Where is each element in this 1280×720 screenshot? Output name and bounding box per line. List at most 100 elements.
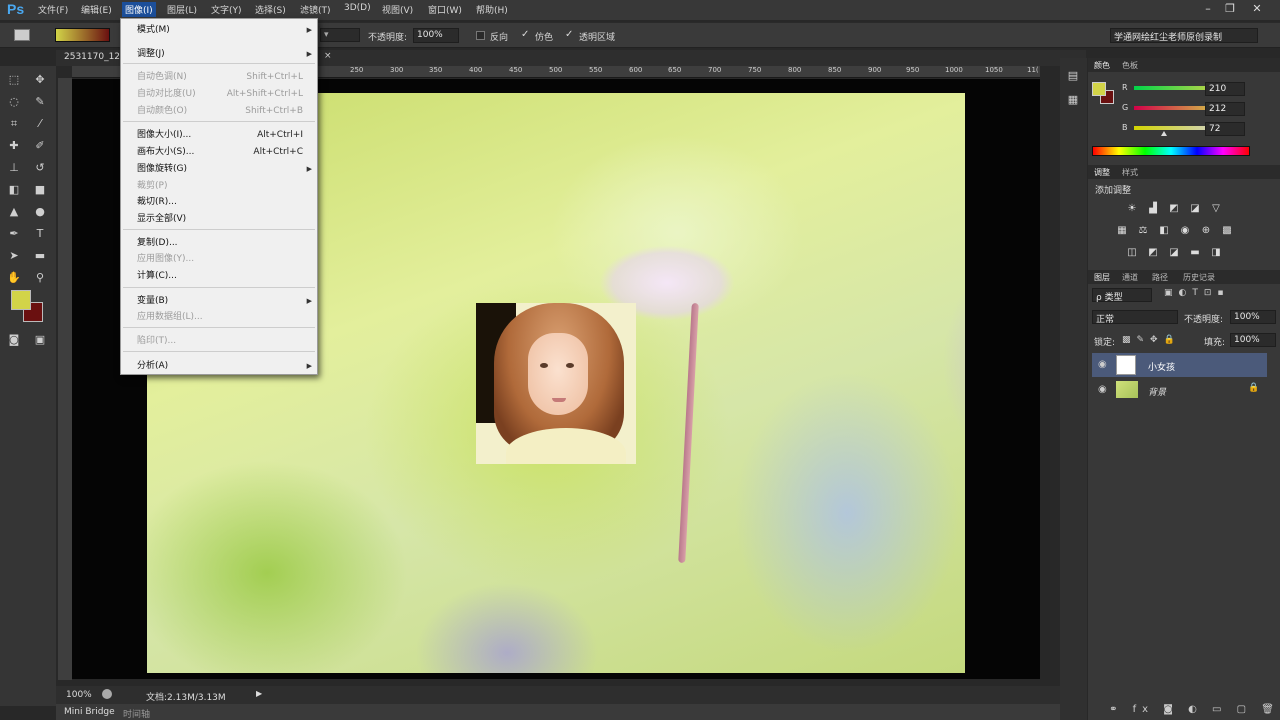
visibility-eye-icon[interactable]: ◉ bbox=[1098, 359, 1107, 370]
stamp-tool-icon[interactable]: ⊥ bbox=[6, 160, 22, 176]
g-value-input[interactable]: 212 bbox=[1205, 102, 1245, 116]
foreground-color-swatch[interactable] bbox=[11, 290, 31, 310]
color-balance-icon[interactable]: ⚖ bbox=[1136, 224, 1150, 238]
layer-row-background[interactable]: ◉ 背景 🔒 bbox=[1092, 378, 1267, 402]
hand-tool-icon[interactable]: ✋ bbox=[6, 270, 22, 286]
selective-color-icon[interactable]: ◨ bbox=[1209, 246, 1223, 260]
tab-channels[interactable]: 通道 bbox=[1122, 272, 1138, 283]
image-menu-item[interactable]: 图像旋转(G) ▶ bbox=[121, 161, 317, 177]
quick-mask-icon[interactable]: ◙ bbox=[6, 332, 22, 348]
history-panel-icon[interactable]: ▤ bbox=[1065, 68, 1081, 84]
lock-icons[interactable]: ▩✎✥🔒 bbox=[1122, 335, 1181, 345]
menu-help[interactable]: 帮助(H) bbox=[476, 3, 508, 16]
gradient-tool-icon[interactable] bbox=[14, 29, 30, 41]
move-tool-icon[interactable]: ✥ bbox=[32, 72, 48, 88]
tab-color[interactable]: 颜色 bbox=[1094, 60, 1110, 71]
lasso-tool-icon[interactable]: ◌ bbox=[6, 94, 22, 110]
b-value-input[interactable]: 72 bbox=[1205, 122, 1245, 136]
zoom-level[interactable]: 100% bbox=[66, 690, 92, 700]
type-tool-icon[interactable]: T bbox=[32, 226, 48, 242]
color-spectrum[interactable] bbox=[1092, 146, 1250, 156]
mode-dropdown[interactable]: ▾ bbox=[320, 28, 360, 42]
image-menu-item[interactable]: 调整(J) ▶ bbox=[121, 46, 317, 62]
restore-button[interactable]: ❐ bbox=[1222, 2, 1238, 16]
status-icon[interactable] bbox=[102, 689, 112, 699]
tab-mini-bridge[interactable]: Mini Bridge bbox=[64, 707, 115, 717]
tab-paths[interactable]: 路径 bbox=[1152, 272, 1168, 283]
menu-file[interactable]: 文件(F) bbox=[38, 3, 68, 16]
slider-marker-icon[interactable] bbox=[1161, 131, 1168, 136]
image-menu-item[interactable]: 分析(A) ▶ bbox=[121, 358, 317, 374]
r-value-input[interactable]: 210 bbox=[1205, 82, 1245, 96]
girl-layer-image[interactable] bbox=[476, 303, 636, 464]
properties-panel-icon[interactable]: ▦ bbox=[1065, 92, 1081, 108]
status-arrow-icon[interactable]: ▶ bbox=[256, 689, 262, 698]
layer-row-girl[interactable]: ◉ 小女孩 bbox=[1092, 353, 1267, 377]
close-button[interactable]: ✕ bbox=[1249, 2, 1265, 16]
healing-brush-icon[interactable]: ✚ bbox=[6, 138, 22, 154]
image-menu-item[interactable]: 模式(M) ▶ bbox=[121, 22, 317, 38]
image-menu-item[interactable]: 画布大小(S)... Alt+Ctrl+C bbox=[121, 144, 317, 160]
path-select-icon[interactable]: ➤ bbox=[6, 248, 22, 264]
screen-mode-icon[interactable]: ▣ bbox=[32, 332, 48, 348]
menu-type[interactable]: 文字(Y) bbox=[211, 3, 242, 16]
channel-mixer-icon[interactable]: ⊕ bbox=[1199, 224, 1213, 238]
marquee-tool-icon[interactable]: ⬚ bbox=[6, 72, 22, 88]
dither-check-icon[interactable]: ✓ bbox=[521, 29, 529, 40]
gradient-map-icon[interactable]: ▬ bbox=[1188, 246, 1202, 260]
layer-bottom-icons[interactable]: ⚭ fx ◙ ◐ ▭ ▢ 🗑 bbox=[1088, 704, 1280, 720]
workspace-dropdown[interactable]: 学通网绘红尘老师原创录制 bbox=[1110, 28, 1258, 43]
menu-layer[interactable]: 图层(L) bbox=[167, 3, 197, 16]
photo-filter-icon[interactable]: ◉ bbox=[1178, 224, 1192, 238]
quick-select-icon[interactable]: ✎ bbox=[32, 94, 48, 110]
image-menu-item[interactable]: 裁切(R)... bbox=[121, 194, 317, 210]
layer-filter-dropdown[interactable]: ρ 类型 bbox=[1092, 288, 1152, 303]
color-lookup-icon[interactable]: ▩ bbox=[1220, 224, 1234, 238]
menu-filter[interactable]: 滤镜(T) bbox=[300, 3, 331, 16]
opacity-input[interactable]: 100% bbox=[413, 28, 459, 43]
threshold-icon[interactable]: ◪ bbox=[1167, 246, 1181, 260]
fill-input[interactable]: 100% bbox=[1230, 333, 1276, 347]
vibrance-icon[interactable]: ▽ bbox=[1209, 202, 1223, 216]
minimize-button[interactable]: – bbox=[1200, 2, 1216, 16]
transparency-check-icon[interactable]: ✓ bbox=[565, 29, 573, 40]
history-brush-icon[interactable]: ↺ bbox=[32, 160, 48, 176]
menu-window[interactable]: 窗口(W) bbox=[428, 3, 462, 16]
eraser-tool-icon[interactable]: ◧ bbox=[6, 182, 22, 198]
reverse-checkbox[interactable] bbox=[476, 31, 485, 40]
brightness-icon[interactable]: ☀ bbox=[1125, 202, 1139, 216]
gradient-tool-icon[interactable]: ■ bbox=[32, 182, 48, 198]
levels-icon[interactable]: ▟ bbox=[1146, 202, 1160, 216]
document-tab[interactable]: 2531170_12 bbox=[64, 52, 120, 62]
layer-opacity-input[interactable]: 100% bbox=[1230, 310, 1276, 324]
brush-tool-icon[interactable]: ✐ bbox=[32, 138, 48, 154]
crop-tool-icon[interactable]: ⌗ bbox=[6, 116, 22, 132]
curves-icon[interactable]: ◩ bbox=[1167, 202, 1181, 216]
layer-filter-icons[interactable]: ▣◐T⊡▪ bbox=[1164, 288, 1230, 298]
tab-history[interactable]: 历史记录 bbox=[1183, 272, 1215, 283]
close-tab-icon[interactable]: × bbox=[324, 51, 332, 61]
hue-icon[interactable]: ▦ bbox=[1115, 224, 1129, 238]
menu-select[interactable]: 选择(S) bbox=[255, 3, 286, 16]
tab-swatches[interactable]: 色板 bbox=[1122, 60, 1138, 71]
image-menu-item[interactable]: 变量(B) ▶ bbox=[121, 293, 317, 309]
tab-timeline[interactable]: 时间轴 bbox=[123, 707, 150, 720]
posterize-icon[interactable]: ◩ bbox=[1146, 246, 1160, 260]
blend-mode-dropdown[interactable]: 正常 bbox=[1092, 310, 1178, 325]
image-menu-item[interactable]: 复制(D)... bbox=[121, 235, 317, 251]
visibility-eye-icon[interactable]: ◉ bbox=[1098, 384, 1107, 395]
menu-edit[interactable]: 编辑(E) bbox=[81, 3, 112, 16]
image-menu-item[interactable]: 显示全部(V) bbox=[121, 211, 317, 227]
image-menu-item[interactable]: 计算(C)... bbox=[121, 268, 317, 284]
blur-tool-icon[interactable]: ▲ bbox=[6, 204, 22, 220]
menu-view[interactable]: 视图(V) bbox=[382, 3, 413, 16]
tab-layers[interactable]: 图层 bbox=[1094, 272, 1110, 283]
gradient-picker[interactable] bbox=[55, 28, 110, 42]
tab-adjustments[interactable]: 调整 bbox=[1094, 167, 1110, 178]
color-fg-swatch[interactable] bbox=[1092, 82, 1106, 96]
menu-image[interactable]: 图像(I) bbox=[122, 2, 156, 17]
black-white-icon[interactable]: ◧ bbox=[1157, 224, 1171, 238]
zoom-tool-icon[interactable]: ⚲ bbox=[32, 270, 48, 286]
menu-3d[interactable]: 3D(D) bbox=[344, 3, 371, 13]
eyedropper-icon[interactable]: ⁄ bbox=[32, 116, 48, 132]
